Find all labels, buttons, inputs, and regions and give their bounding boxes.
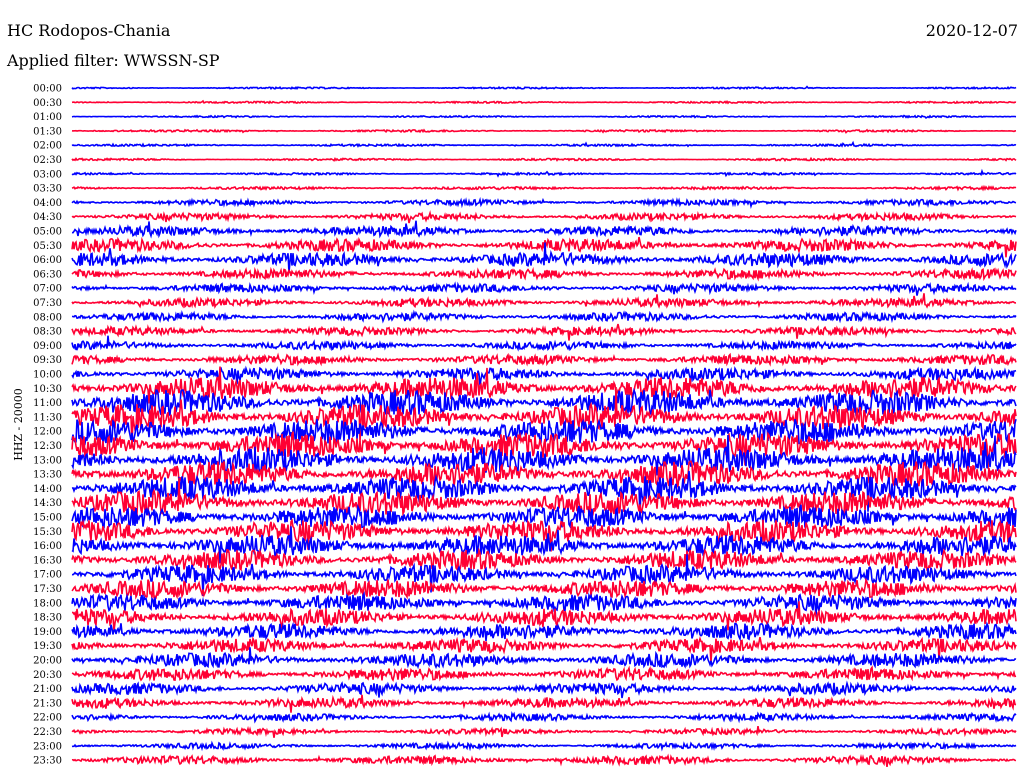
row-time-label: 21:00 (33, 684, 62, 695)
row-time-label: 03:00 (33, 169, 62, 180)
trace-1900 (71, 621, 1017, 642)
trace-2200 (71, 710, 1017, 724)
trace-0400 (71, 196, 1017, 210)
helicorder: HC Rodopos-Chania Applied filter: WWSSN-… (0, 0, 1024, 780)
row-time-label: 13:00 (33, 455, 62, 466)
trace-1730 (71, 577, 1017, 600)
row-time-label: 21:30 (33, 698, 62, 709)
row-time-label: 18:00 (33, 598, 62, 609)
row-time-label: 00:00 (33, 84, 62, 95)
trace-0430 (71, 210, 1017, 224)
row-time-label: 10:30 (33, 384, 62, 395)
row-time-label: 10:00 (33, 370, 62, 381)
trace-0230 (71, 156, 1017, 162)
row-time-label: 15:30 (33, 527, 62, 538)
row-time-label: 14:30 (33, 498, 62, 509)
trace-0300 (71, 168, 1017, 178)
row-time-label: 13:30 (33, 470, 62, 481)
trace-0000 (71, 85, 1017, 91)
trace-1330 (71, 460, 1017, 489)
row-time-label: 11:00 (33, 398, 62, 409)
row-time-label: 17:00 (33, 570, 62, 581)
row-time-label: 08:30 (33, 327, 62, 338)
row-time-label: 01:00 (33, 112, 62, 123)
row-time-label: 06:30 (33, 269, 62, 280)
row-time-label: 19:30 (33, 641, 62, 652)
row-time-label: 19:00 (33, 627, 62, 638)
row-time-label: 09:00 (33, 341, 62, 352)
row-time-label: 20:30 (33, 670, 62, 681)
row-time-label: 09:30 (33, 355, 62, 366)
row-time-label: 02:30 (33, 155, 62, 166)
trace-0330 (71, 184, 1017, 192)
row-time-label: 18:30 (33, 613, 62, 624)
row-time-label: 04:00 (33, 198, 62, 209)
trace-2330 (71, 753, 1017, 768)
row-time-label: 15:00 (33, 513, 62, 524)
row-time-label: 04:30 (33, 212, 62, 223)
trace-0200 (71, 140, 1017, 148)
row-time-label: 23:00 (33, 741, 62, 752)
trace-0830 (71, 323, 1017, 341)
row-time-label: 03:30 (33, 184, 62, 195)
row-time-label: 12:30 (33, 441, 62, 452)
row-time-label: 02:00 (33, 141, 62, 152)
trace-0630 (71, 266, 1017, 282)
row-time-label: 23:30 (33, 756, 62, 767)
row-time-label: 14:00 (33, 484, 62, 495)
row-time-label: 12:00 (33, 427, 62, 438)
trace-2230 (71, 725, 1017, 738)
trace-0130 (71, 128, 1017, 134)
row-time-label: 07:00 (33, 284, 62, 295)
row-time-label: 16:30 (33, 555, 62, 566)
trace-2300 (71, 740, 1017, 752)
trace-1500 (71, 503, 1017, 529)
trace-0030 (71, 99, 1017, 105)
row-time-label: 22:30 (33, 727, 62, 738)
row-time-label: 20:00 (33, 656, 62, 667)
trace-0900 (71, 335, 1017, 352)
row-time-label: 22:00 (33, 713, 62, 724)
row-time-label: 16:00 (33, 541, 62, 552)
trace-2030 (71, 665, 1017, 683)
row-time-label: 11:30 (33, 412, 62, 423)
row-time-label: 06:00 (33, 255, 62, 266)
seismogram-plot: 00:00 00:30 01:00 01:30 02:00 02:30 03:00 03:30… (33, 84, 1017, 768)
row-time-label: 07:30 (33, 298, 62, 309)
trace-0500 (71, 220, 1017, 239)
trace-0700 (71, 281, 1017, 296)
trace-2130 (71, 694, 1017, 713)
row-time-label: 17:30 (33, 584, 62, 595)
row-time-label: 01:30 (33, 126, 62, 137)
row-time-label: 08:00 (33, 312, 62, 323)
trace-0730 (71, 293, 1017, 310)
trace-0930 (71, 352, 1017, 367)
trace-2100 (71, 680, 1017, 699)
row-time-label: 05:30 (33, 241, 62, 252)
row-time-label: 00:30 (33, 98, 62, 109)
trace-0100 (71, 114, 1017, 120)
trace-0800 (71, 309, 1017, 324)
row-time-label: 05:00 (33, 227, 62, 238)
trace-2000 (71, 647, 1017, 670)
